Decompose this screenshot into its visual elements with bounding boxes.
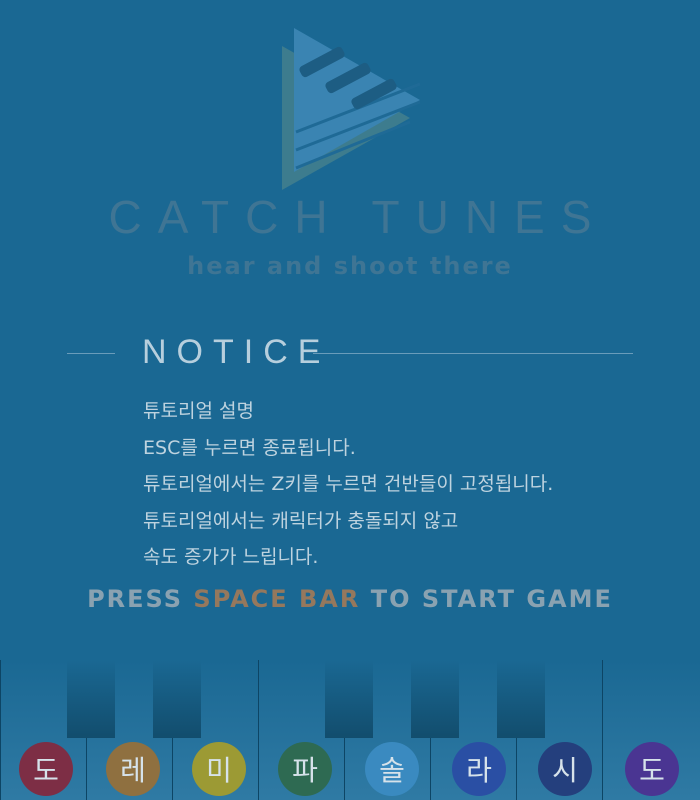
note-button-fa[interactable]: 파	[278, 742, 332, 796]
notice-line: 튜토리얼에서는 Z키를 누르면 건반들이 고정됩니다.	[143, 473, 554, 495]
piano-keyboard: 도 레 미 파 솔 라 시 도	[0, 660, 700, 800]
notice-list: 튜토리얼 설명 ESC를 누르면 종료됩니다. 튜토리얼에서는 Z키를 누르면 …	[143, 393, 553, 576]
game-logo-icon	[282, 28, 421, 190]
note-button-do-high[interactable]: 도	[625, 742, 679, 796]
notice-line: 속도 증가가 느립니다.	[143, 546, 319, 568]
start-prompt-before: PRESS	[87, 585, 194, 613]
notice-divider-left	[67, 353, 115, 354]
start-prompt-after: TO START GAME	[360, 585, 613, 613]
game-title: CATCH TUNES	[108, 191, 608, 243]
piano-black-key[interactable]	[411, 660, 459, 738]
start-prompt: PRESS SPACE BAR TO START GAME	[0, 585, 700, 613]
game-subtitle: hear and shoot there	[187, 252, 513, 280]
note-button-si[interactable]: 시	[538, 742, 592, 796]
notice-heading: NOTICE	[142, 333, 331, 371]
notice-divider-right	[313, 353, 633, 354]
note-button-do[interactable]: 도	[19, 742, 73, 796]
piano-black-key[interactable]	[153, 660, 201, 738]
note-button-mi[interactable]: 미	[192, 742, 246, 796]
piano-black-key[interactable]	[67, 660, 115, 738]
piano-black-key[interactable]	[497, 660, 545, 738]
note-button-sol[interactable]: 솔	[365, 742, 419, 796]
piano-black-key[interactable]	[325, 660, 373, 738]
note-button-re[interactable]: 레	[106, 742, 160, 796]
start-prompt-key: SPACE BAR	[193, 585, 361, 613]
notice-line: ESC를 누르면 종료됩니다.	[143, 436, 356, 459]
note-button-la[interactable]: 라	[452, 742, 506, 796]
notice-line: 튜토리얼에서는 캐릭터가 충돌되지 않고	[143, 509, 459, 532]
notice-line: 튜토리얼 설명	[143, 400, 254, 422]
